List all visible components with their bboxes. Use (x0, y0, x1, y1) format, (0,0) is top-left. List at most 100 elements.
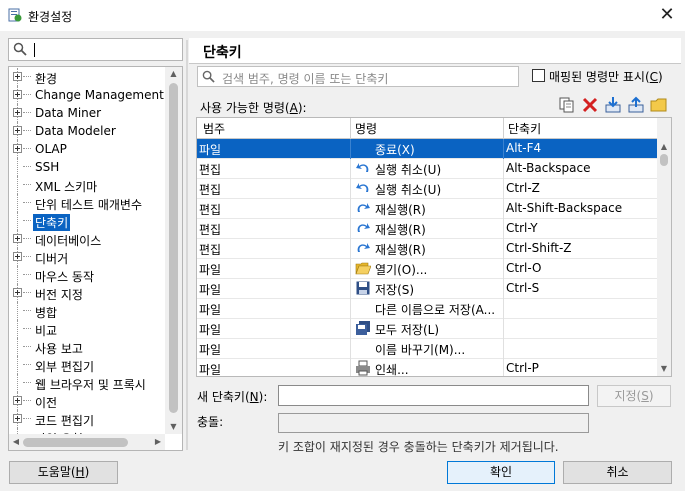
table-row[interactable]: 편집 실행 취소(U) Alt-Backspace (197, 159, 657, 179)
tree-item[interactable]: XML 스키마 (9, 176, 167, 194)
scroll-left-arrow-icon[interactable]: ◀ (9, 434, 23, 450)
cell-divider (503, 139, 504, 159)
tree-item[interactable]: 사용 보고 (9, 338, 167, 356)
column-header-shortcut[interactable]: 단축키 (508, 120, 541, 137)
cancel-button[interactable]: 취소 (563, 461, 672, 484)
help-button[interactable]: 도움말(H) (9, 461, 118, 484)
mapped-only-label[interactable]: 매핑된 명령만 표시(C) (549, 68, 663, 85)
tree-item[interactable]: 코드 편집기 (9, 410, 167, 428)
expand-icon[interactable] (13, 126, 22, 135)
tree-item[interactable]: 단위 테스트 매개변수 (9, 194, 167, 212)
column-header-command[interactable]: 명령 (355, 120, 377, 137)
tree-item[interactable]: 데이터베이스 (9, 230, 167, 248)
tree-item[interactable]: 병합 (9, 302, 167, 320)
expand-icon[interactable] (13, 396, 22, 405)
tree-item-label: 코드 편집기 (35, 414, 95, 428)
table-row[interactable]: 파일 종료(X) Alt-F4 (197, 139, 657, 159)
expand-icon[interactable] (13, 414, 22, 423)
scroll-down-arrow-icon[interactable]: ▼ (165, 420, 182, 434)
commands-table[interactable]: 범주 명령 단축키 파일 종료(X) Alt-F4 편집 실행 취소(U) Alt-Bac… (196, 117, 672, 377)
column-header-category[interactable]: 범주 (203, 120, 225, 137)
tree-guide-line (23, 76, 31, 77)
assign-button[interactable]: 지정(S) (597, 385, 671, 407)
divider (189, 63, 681, 64)
expand-icon[interactable] (13, 252, 22, 261)
delete-icon[interactable] (581, 96, 599, 114)
tree-item[interactable]: 디버거 (9, 248, 167, 266)
tree-item[interactable]: 환경 (9, 68, 167, 86)
scroll-thumb[interactable] (169, 83, 178, 413)
cell-category: 파일 (199, 323, 222, 337)
category-tree[interactable]: 환경 Change Management D Data Miner Data Mode… (8, 66, 183, 451)
tree-item[interactable]: 마우스 동작 (9, 266, 167, 284)
scroll-right-arrow-icon[interactable]: ▶ (151, 434, 165, 450)
tree-item[interactable]: 단축키 (9, 212, 167, 231)
tree-item[interactable]: 이전 (9, 392, 167, 410)
table-row[interactable]: 편집 재실행(R) Ctrl-Y (197, 219, 657, 239)
tree-item[interactable]: 비교 (9, 320, 167, 338)
tree-guide-line (23, 94, 31, 95)
table-row[interactable]: 파일 열기(O)... Ctrl-O (197, 259, 657, 279)
tree-guide-line (23, 112, 31, 113)
tree-guide-line (17, 266, 18, 284)
tree-item-label: Data Modeler (35, 124, 116, 138)
table-row[interactable]: 편집 재실행(R) Alt-Shift-Backspace (197, 199, 657, 219)
scroll-up-arrow-icon[interactable]: ▲ (657, 140, 671, 154)
table-row[interactable]: 파일 인쇄... Ctrl-P (197, 359, 657, 376)
table-row[interactable]: 파일 다른 이름으로 저장(A... (197, 299, 657, 319)
cell-command: 저장(S) (375, 283, 415, 297)
category-search-input[interactable] (8, 38, 183, 61)
table-row[interactable]: 파일 저장(S) Ctrl-S (197, 279, 657, 299)
command-filter-input[interactable]: 검색 범주, 명령 이름 또는 단축키 (197, 66, 519, 87)
new-shortcut-input[interactable] (278, 385, 589, 406)
conflict-label: 충돌: (197, 415, 224, 429)
ok-button[interactable]: 확인 (447, 461, 555, 484)
table-vertical-scrollbar[interactable]: ▲ ▼ (657, 118, 671, 376)
table-row[interactable]: 파일 이름 바꾸기(M)... (197, 339, 657, 359)
column-divider[interactable] (503, 118, 504, 139)
tree-item[interactable]: 외부 편집기 (9, 356, 167, 374)
scroll-thumb[interactable] (23, 438, 128, 447)
cell-divider (503, 359, 504, 376)
mapped-only-checkbox[interactable] (532, 69, 545, 82)
export-icon[interactable] (627, 96, 645, 114)
expand-icon[interactable] (13, 108, 22, 117)
save-all-icon (356, 321, 370, 335)
cell-shortcut: Alt-F4 (506, 141, 542, 155)
import-icon[interactable] (604, 96, 622, 114)
tree-item[interactable]: Change Management D (9, 86, 177, 104)
folder-icon[interactable] (650, 96, 668, 114)
copy-icon[interactable] (558, 96, 576, 114)
expand-icon[interactable] (13, 72, 22, 81)
tree-item[interactable]: 버전 지정 (9, 284, 167, 302)
expand-icon[interactable] (13, 90, 22, 99)
available-commands-label: 사용 가능한 명령(A): (200, 101, 307, 115)
tree-item[interactable]: OLAP (9, 140, 167, 158)
tree-horizontal-scrollbar[interactable]: ◀ ▶ (9, 434, 165, 450)
table-row[interactable]: 편집 재실행(R) Ctrl-Shift-Z (197, 239, 657, 259)
tree-guide-line (23, 184, 31, 185)
scroll-down-arrow-icon[interactable]: ▼ (657, 362, 671, 376)
cell-divider (503, 199, 504, 219)
table-row[interactable]: 파일 모두 저장(L) (197, 319, 657, 339)
cell-divider (350, 219, 351, 239)
expand-icon[interactable] (13, 144, 22, 153)
scroll-thumb[interactable] (660, 154, 668, 166)
column-divider[interactable] (350, 118, 351, 139)
tree-item[interactable]: SSH (9, 158, 167, 176)
tree-item[interactable]: 웹 브라우저 및 프록시 (9, 374, 167, 392)
scroll-up-arrow-icon[interactable]: ▲ (165, 67, 182, 81)
tree-item[interactable]: Data Modeler (9, 122, 167, 140)
search-icon (13, 42, 27, 56)
tree-vertical-scrollbar[interactable]: ▲ ▼ (165, 67, 182, 434)
tree-item[interactable]: Data Miner (9, 104, 167, 122)
expand-icon[interactable] (13, 234, 22, 243)
close-icon[interactable]: ✕ (652, 3, 682, 27)
expand-icon[interactable] (13, 288, 22, 297)
cell-command: 모두 저장(L) (375, 323, 440, 337)
tree-guide-line (17, 320, 18, 338)
panel-splitter[interactable] (186, 40, 188, 450)
tree-guide-line (17, 338, 18, 356)
table-row[interactable]: 편집 실행 취소(U) Ctrl-Z (197, 179, 657, 199)
tree-item-label: OLAP (35, 142, 67, 156)
